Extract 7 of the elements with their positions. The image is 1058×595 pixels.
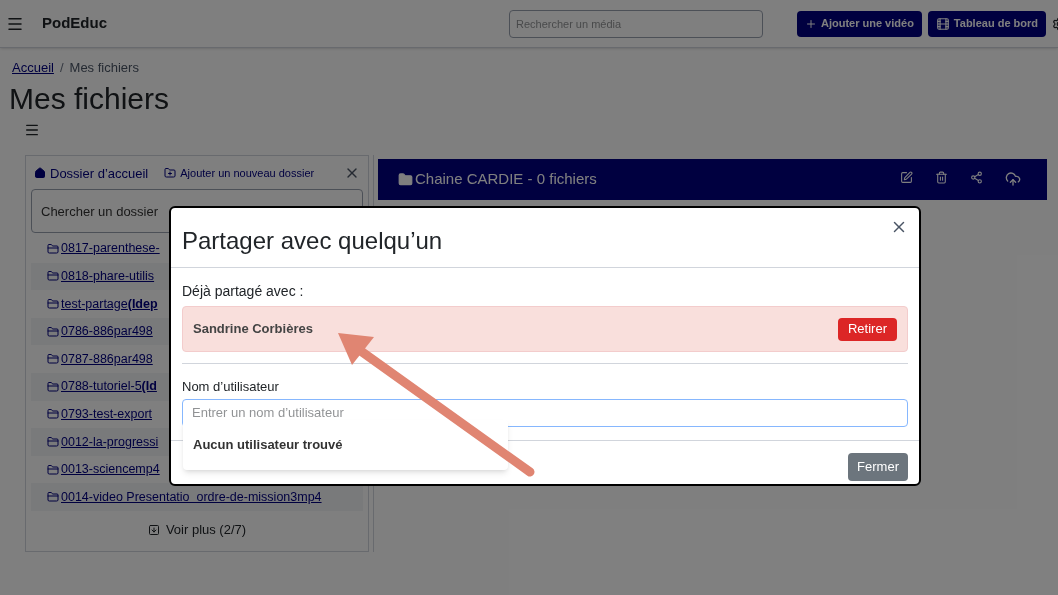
user-name: Sandrine Corbières [193,320,313,339]
current-page-label: Mes fichiers [69,59,139,77]
username-label: Nom d’utilisateur [182,378,280,396]
folder-title: Chaine CARDIE - 0 fichiers [415,168,597,189]
breadcrumb-separator: / [59,59,64,77]
page-title: Mes fichiers [8,80,171,117]
shared-with-label: Déjà partagé avec : [182,282,305,301]
